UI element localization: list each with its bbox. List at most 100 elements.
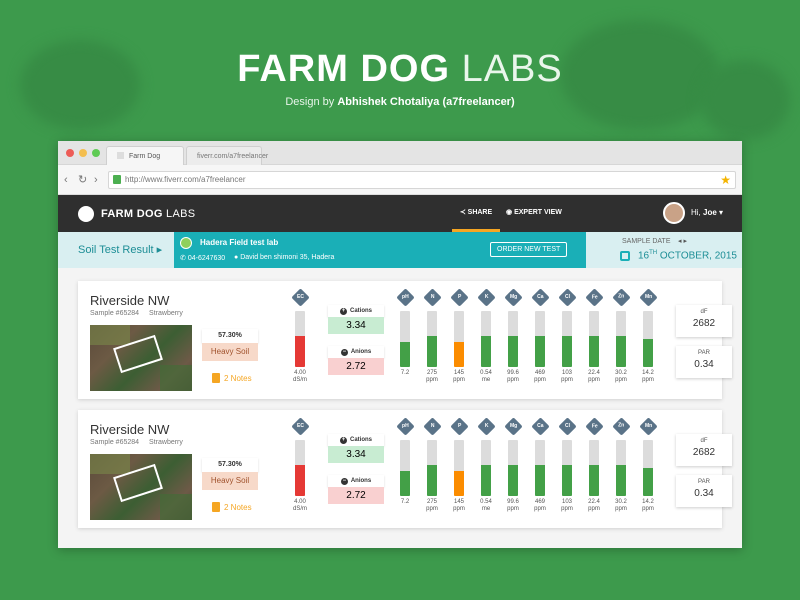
param-bar-track (616, 440, 626, 496)
param-bar-track (427, 440, 437, 496)
field-map-image[interactable] (90, 454, 192, 520)
param-mn[interactable]: Mn 14.2 ppm (636, 417, 660, 513)
anions-box: − Anions 2.72 (328, 475, 384, 504)
share-button[interactable]: ≺ SHARE (452, 195, 500, 232)
param-bar-fill (508, 336, 518, 367)
param-value: 4.00 dS/m (292, 499, 307, 512)
field-patch (160, 494, 192, 520)
anions-box: − Anions 2.72 (328, 346, 384, 375)
param-cl[interactable]: Cl 103 ppm (555, 288, 579, 384)
plus-icon: + (339, 308, 347, 315)
param-label: Mg (509, 422, 517, 429)
page-title: Soil Test Result ▸ (58, 232, 174, 268)
param-badge: EC (290, 288, 310, 307)
param-zn[interactable]: Zn 30.2 ppm (609, 417, 633, 513)
param-mg[interactable]: Mg 99.6 ppm (501, 288, 525, 384)
param-bar-track (481, 311, 491, 367)
param-value: 14.2 ppm (642, 370, 654, 383)
param-bar-track (400, 311, 410, 367)
param-bar-track (589, 440, 599, 496)
param-badge: N (422, 288, 442, 307)
param-label: P (457, 294, 461, 300)
param-n[interactable]: N 275 ppm (420, 288, 444, 384)
app-logo[interactable]: FARM DOG LABS (101, 208, 195, 220)
param-p[interactable]: P 145 ppm (447, 288, 471, 384)
param-mn[interactable]: Mn 14.2 ppm (636, 288, 660, 384)
expert-icon: ◉ (506, 209, 513, 216)
param-ec[interactable]: EC 4.00 dS/m (288, 288, 312, 384)
param-cl[interactable]: Cl 103 ppm (555, 417, 579, 513)
param-bar-fill (454, 342, 464, 367)
back-icon[interactable]: ‹ (64, 174, 68, 186)
maximize-window-dot[interactable] (92, 149, 100, 157)
param-ph[interactable]: pH 7.2 (393, 417, 417, 506)
param-ca[interactable]: Ca 469 ppm (528, 417, 552, 513)
param-zn[interactable]: Zn 30.2 ppm (609, 288, 633, 384)
minimize-window-dot[interactable] (79, 149, 87, 157)
param-badge: Cl (557, 417, 577, 436)
hero-title: FARM DOG LABS (237, 48, 563, 90)
param-k[interactable]: K 0.54 me (474, 417, 498, 513)
param-ec[interactable]: EC 4.00 dS/m (288, 417, 312, 513)
soil-percentage: 57.30% (202, 329, 258, 343)
url-input[interactable]: http://www.fiverr.com/a7freelancer ★ (108, 171, 736, 189)
param-badge: Ca (530, 288, 550, 307)
param-label: Mn (644, 422, 652, 429)
param-mg[interactable]: Mg 99.6 ppm (501, 417, 525, 513)
field-map-image[interactable] (90, 325, 192, 391)
field-name[interactable]: Riverside NW (90, 293, 169, 308)
avatar[interactable] (663, 202, 685, 224)
date-nav-arrows[interactable]: ◂ ▸ (678, 237, 687, 245)
bookmark-star-icon[interactable]: ★ (720, 172, 731, 188)
param-badge: Mg (503, 288, 523, 307)
anions-value: 2.72 (328, 487, 384, 504)
param-badge: Fe (584, 288, 604, 307)
param-label: N (430, 294, 434, 300)
expert-view-button[interactable]: ◉ EXPERT VIEW (506, 195, 562, 232)
lab-address: ● David ben shimoni 35, Hadera (234, 254, 335, 261)
param-bar-track (562, 440, 572, 496)
clipboard-icon (212, 373, 220, 383)
field-patch (90, 454, 130, 474)
param-badge: Ca (530, 417, 550, 436)
param-label: Fe (591, 294, 597, 300)
param-label: Mn (644, 293, 652, 300)
param-p[interactable]: P 145 ppm (447, 417, 471, 513)
field-name[interactable]: Riverside NW (90, 422, 169, 437)
param-ph[interactable]: pH 7.2 (393, 288, 417, 377)
param-bar-track (535, 311, 545, 367)
browser-tab[interactable]: fiverr.com/a7freelancer (186, 146, 268, 165)
sample-card: Riverside NW Sample #65284 Strawberry 57.… (78, 410, 732, 528)
param-bar-track (508, 311, 518, 367)
param-badge: Mn (638, 288, 658, 307)
order-new-test-button[interactable]: ORDER NEW TEST (490, 242, 568, 257)
param-value: 14.2 ppm (642, 499, 654, 512)
notes-link[interactable]: 2 Notes (212, 502, 252, 512)
forward-icon[interactable]: › (94, 174, 98, 186)
param-value: 99.6 ppm (507, 370, 519, 383)
user-menu[interactable]: Hi, Joe ▾ (691, 208, 723, 217)
soil-type-box: 57.30% Heavy Soil (202, 458, 258, 494)
param-fe[interactable]: Fe 22.4 ppm (582, 417, 606, 513)
param-value: 4.00 dS/m (292, 370, 307, 383)
close-window-dot[interactable] (66, 149, 74, 157)
param-label: Cl (564, 294, 570, 300)
param-fe[interactable]: Fe 22.4 ppm (582, 288, 606, 384)
param-label: EC (296, 422, 304, 429)
reload-icon[interactable]: ↻ (78, 174, 87, 186)
param-ca[interactable]: Ca 469 ppm (528, 288, 552, 384)
param-badge: Cl (557, 288, 577, 307)
caret-right-icon: ▸ (156, 244, 163, 256)
param-n[interactable]: N 275 ppm (420, 417, 444, 513)
calendar-icon[interactable] (620, 251, 630, 261)
anions-value: 2.72 (328, 358, 384, 375)
param-badge: Zn (611, 288, 631, 307)
param-bar-fill (454, 471, 464, 496)
param-k[interactable]: K 0.54 me (474, 288, 498, 384)
location-pin-icon: ● (234, 254, 239, 261)
hero-subtitle: Design by Abhishek Chotaliya (a7freelanc… (285, 96, 515, 108)
notes-link[interactable]: 2 Notes (212, 373, 252, 383)
param-bar-track (481, 440, 491, 496)
param-label: K (484, 294, 488, 300)
browser-tab-active[interactable]: Farm Dog Labs (106, 146, 184, 179)
